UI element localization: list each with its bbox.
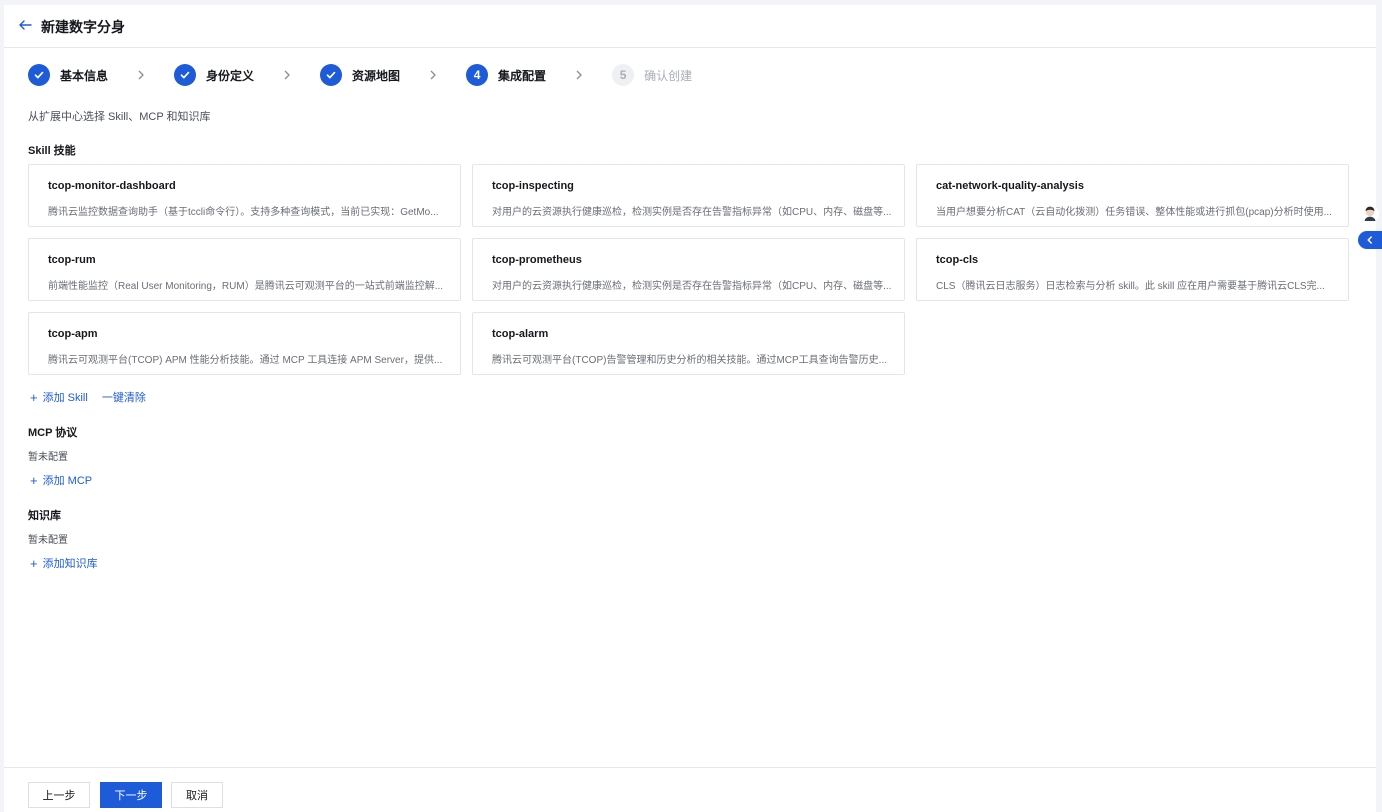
check-icon — [320, 64, 343, 86]
clear-all-button[interactable]: 一键清除 — [102, 389, 146, 405]
skill-desc: 当用户想要分析CAT（云自动化拨测）任务错误、整体性能或进行抓包(pcap)分析… — [936, 207, 1332, 218]
back-arrow-icon[interactable] — [18, 18, 32, 32]
skill-desc: 腾讯云可观测平台(TCOP)告警管理和历史分析的相关技能。通过MCP工具查询告警… — [492, 355, 887, 366]
plus-icon: + — [30, 472, 38, 488]
add-kb-label: 添加知识库 — [42, 558, 98, 570]
skill-section-title: Skill 技能 — [28, 145, 76, 157]
page-header: 新建数字分身 — [4, 5, 1376, 48]
step-label: 身份定义 — [206, 68, 255, 83]
kb-empty-text: 暂未配置 — [28, 535, 68, 546]
add-skill-label: 添加 Skill — [42, 392, 88, 404]
collapse-panel-button[interactable] — [1358, 231, 1382, 249]
stepper: 基本信息 身份定义 资源地图 4 集成配置 5 确认创建 — [28, 63, 692, 87]
chevron-right-icon — [284, 70, 290, 80]
prev-button[interactable]: 上一步 — [28, 782, 90, 808]
check-icon — [28, 64, 50, 86]
skill-card[interactable]: tcop-rum 前端性能监控（Real User Monitoring，RUM… — [28, 238, 461, 301]
skill-desc: CLS（腾讯云日志服务）日志检索与分析 skill。此 skill 应在用户需要… — [936, 281, 1325, 292]
skill-name: tcop-monitor-dashboard — [48, 180, 176, 192]
page-panel: 新建数字分身 基本信息 身份定义 资源地图 4 集成配置 5 确认创建 从扩展中… — [4, 5, 1376, 812]
skill-card[interactable]: tcop-monitor-dashboard 腾讯云监控数据查询助手（基于tcc… — [28, 164, 461, 227]
skill-card[interactable]: tcop-cls CLS（腾讯云日志服务）日志检索与分析 skill。此 ski… — [916, 238, 1349, 301]
skill-desc: 腾讯云可观测平台(TCOP) APM 性能分析技能。通过 MCP 工具连接 AP… — [48, 355, 443, 366]
step-number: 4 — [466, 64, 489, 86]
skill-desc: 前端性能监控（Real User Monitoring，RUM）是腾讯云可观测平… — [48, 281, 444, 292]
skill-name: tcop-prometheus — [492, 254, 582, 266]
page-subtitle: 从扩展中心选择 Skill、MCP 和知识库 — [28, 111, 211, 123]
page-title: 新建数字分身 — [41, 19, 125, 35]
step-label: 确认创建 — [644, 68, 693, 83]
skill-actions: + 添加 Skill 一键清除 — [30, 389, 146, 405]
skill-card[interactable]: cat-network-quality-analysis 当用户想要分析CAT（… — [916, 164, 1349, 227]
chevron-right-icon — [138, 70, 144, 80]
skill-card[interactable]: tcop-prometheus 对用户的云资源执行健康巡检，检测实例是否存在告警… — [472, 238, 905, 301]
skill-card[interactable]: tcop-alarm 腾讯云可观测平台(TCOP)告警管理和历史分析的相关技能。… — [472, 312, 905, 375]
step-confirm[interactable]: 5 确认创建 — [612, 64, 692, 86]
skill-name: tcop-inspecting — [492, 180, 574, 192]
skill-desc: 对用户的云资源执行健康巡检，检测实例是否存在告警指标异常（如CPU、内存、磁盘等… — [492, 207, 892, 218]
next-button[interactable]: 下一步 — [100, 782, 162, 808]
add-mcp-button[interactable]: + 添加 MCP — [30, 472, 92, 488]
avatar-icon[interactable] — [1360, 204, 1380, 224]
chevron-right-icon — [576, 70, 582, 80]
skill-name: tcop-rum — [48, 254, 96, 266]
step-label: 集成配置 — [498, 68, 547, 83]
skill-name: tcop-cls — [936, 254, 979, 266]
mcp-empty-text: 暂未配置 — [28, 452, 68, 463]
step-label: 基本信息 — [60, 68, 109, 83]
check-icon — [174, 64, 197, 86]
add-skill-button[interactable]: + 添加 Skill — [30, 389, 88, 405]
step-identity[interactable]: 身份定义 — [174, 64, 254, 86]
skill-card[interactable]: tcop-apm 腾讯云可观测平台(TCOP) APM 性能分析技能。通过 MC… — [28, 312, 461, 375]
step-resource-map[interactable]: 资源地图 — [320, 64, 400, 86]
add-mcp-label: 添加 MCP — [42, 475, 93, 487]
step-integration[interactable]: 4 集成配置 — [466, 64, 546, 86]
skill-desc: 对用户的云资源执行健康巡检，检测实例是否存在告警指标异常（如CPU、内存、磁盘等… — [492, 281, 892, 292]
skill-name: tcop-alarm — [492, 328, 549, 340]
skill-name: cat-network-quality-analysis — [936, 180, 1084, 192]
skill-card[interactable]: tcop-inspecting 对用户的云资源执行健康巡检，检测实例是否存在告警… — [472, 164, 905, 227]
footer-bar: 上一步 下一步 取消 — [4, 767, 1376, 812]
chevron-left-icon — [1367, 236, 1372, 244]
kb-actions: + 添加知识库 — [30, 555, 98, 571]
step-label: 资源地图 — [352, 68, 401, 83]
plus-icon: + — [30, 389, 38, 405]
plus-icon: + — [30, 555, 38, 571]
step-number: 5 — [612, 64, 635, 86]
skill-name: tcop-apm — [48, 328, 98, 340]
add-kb-button[interactable]: + 添加知识库 — [30, 555, 98, 571]
chevron-right-icon — [430, 70, 436, 80]
kb-section-title: 知识库 — [28, 510, 61, 522]
skill-desc: 腾讯云监控数据查询助手（基于tccli命令行）。支持多种查询模式，当前已实现：G… — [48, 207, 439, 218]
step-basic-info[interactable]: 基本信息 — [28, 64, 108, 86]
cancel-button[interactable]: 取消 — [171, 782, 223, 808]
mcp-section-title: MCP 协议 — [28, 427, 78, 439]
mcp-actions: + 添加 MCP — [30, 472, 92, 488]
